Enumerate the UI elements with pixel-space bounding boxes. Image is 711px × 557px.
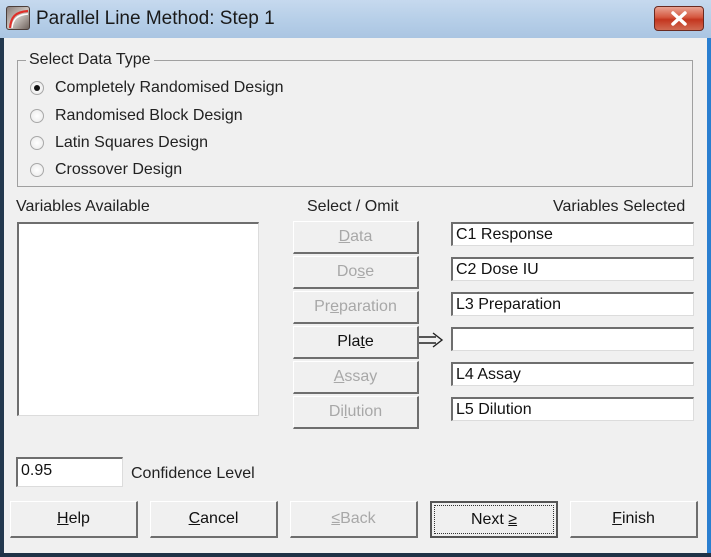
button-text: elp: [68, 510, 90, 527]
variables-available-list[interactable]: [17, 222, 259, 416]
radio-label: Crossover Design: [55, 161, 183, 178]
button-mnemonic: F: [612, 510, 622, 527]
dialog-client-area: Select Data Type Completely Randomised D…: [4, 38, 707, 553]
button-text: Di: [328, 403, 344, 420]
plate-select-button[interactable]: Pla t e: [293, 326, 419, 359]
dialog-window: Parallel Line Method: Step 1 Select Data…: [0, 0, 711, 557]
window-border-right: [707, 38, 711, 553]
preparation-select-button[interactable]: Pr e paration: [293, 291, 419, 324]
assay-variable-field[interactable]: L4 Assay: [451, 362, 694, 386]
app-icon: [6, 6, 30, 30]
dose-select-button[interactable]: Do s e: [293, 256, 419, 289]
data-type-group-legend: Select Data Type: [26, 51, 154, 69]
plate-variable-field[interactable]: [451, 327, 694, 351]
button-text: ssay: [344, 368, 378, 385]
radio-button[interactable]: [30, 109, 44, 123]
button-mnemonic: A: [333, 368, 345, 385]
button-text: e: [364, 333, 374, 350]
button-text: ution: [347, 403, 383, 420]
select-omit-label: Select / Omit: [307, 198, 399, 215]
back-button[interactable]: ≤ Back: [290, 501, 418, 538]
radio-button[interactable]: [30, 136, 44, 150]
radio-randomised-block[interactable]: Randomised Block Design: [30, 104, 243, 128]
dilution-variable-field[interactable]: L5 Dilution: [451, 397, 694, 421]
close-x-icon: [671, 11, 687, 26]
data-variable-field[interactable]: C1 Response: [451, 222, 694, 246]
help-button[interactable]: Help: [10, 501, 138, 538]
radio-completely-randomised[interactable]: Completely Randomised Design: [30, 76, 284, 100]
assay-select-button[interactable]: Assay: [293, 361, 419, 394]
button-text: ancel: [200, 510, 239, 527]
button-text: e: [365, 263, 375, 280]
radio-latin-squares[interactable]: Latin Squares Design: [30, 131, 208, 155]
title-bar[interactable]: Parallel Line Method: Step 1: [0, 0, 711, 38]
radio-label: Completely Randomised Design: [55, 79, 284, 96]
button-text: paration: [339, 298, 397, 315]
radio-label: Randomised Block Design: [55, 107, 243, 124]
button-mnemonic: e: [330, 298, 340, 315]
button-text: ata: [350, 228, 373, 245]
button-text: inish: [621, 510, 655, 527]
confidence-level-input[interactable]: 0.95: [16, 457, 123, 487]
window-title: Parallel Line Method: Step 1: [36, 8, 275, 29]
radio-crossover[interactable]: Crossover Design: [30, 158, 182, 182]
variables-available-label: Variables Available: [16, 198, 150, 215]
radio-button[interactable]: [30, 163, 44, 177]
button-text: Do: [336, 263, 358, 280]
button-text: Back: [340, 510, 376, 527]
cancel-button[interactable]: Cancel: [150, 501, 278, 538]
dose-variable-field[interactable]: C2 Dose IU: [451, 257, 694, 281]
next-button[interactable]: Next ≥: [430, 501, 558, 538]
radio-button-checked[interactable]: [30, 81, 44, 95]
confidence-level-label: Confidence Level: [131, 465, 255, 482]
finish-button[interactable]: Finish: [570, 501, 698, 538]
focus-rectangle: [434, 505, 554, 534]
button-mnemonic: ≤: [331, 510, 341, 527]
radio-label: Latin Squares Design: [55, 134, 208, 151]
window-border-bottom: [0, 553, 711, 557]
preparation-variable-field[interactable]: L3 Preparation: [451, 292, 694, 316]
dilution-select-button[interactable]: Di l ution: [293, 396, 419, 429]
button-mnemonic: s: [357, 263, 366, 280]
variables-selected-label: Variables Selected: [553, 198, 686, 215]
button-text: Pla: [337, 333, 361, 350]
button-mnemonic: D: [338, 228, 351, 245]
button-mnemonic: C: [188, 510, 201, 527]
button-mnemonic: H: [57, 510, 69, 527]
double-arrow-right-icon: [419, 332, 444, 348]
data-select-button[interactable]: Data: [293, 221, 419, 254]
close-button[interactable]: [654, 6, 704, 31]
button-text: Pr: [314, 298, 331, 315]
